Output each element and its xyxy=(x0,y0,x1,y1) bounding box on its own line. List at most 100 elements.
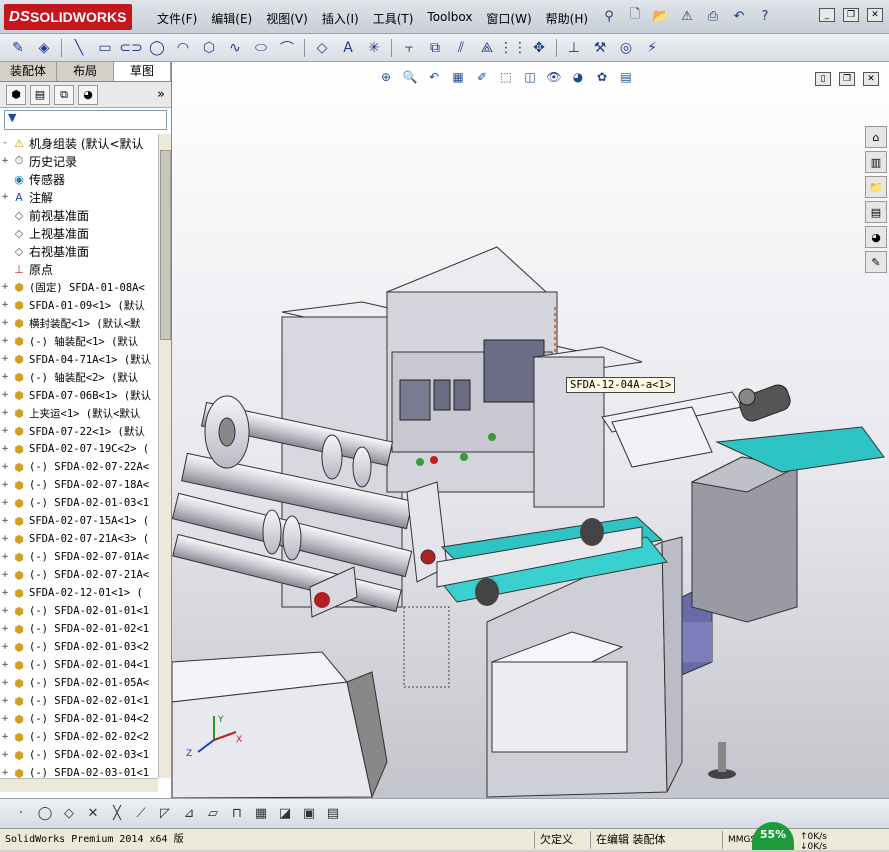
expand-toggle-icon[interactable]: + xyxy=(0,606,10,616)
solidworks-logo[interactable]: DS SOLIDWORKS xyxy=(4,4,132,30)
view-filter-icon[interactable]: ▣ xyxy=(298,803,320,825)
expand-toggle-icon[interactable]: + xyxy=(0,192,10,202)
tree-item[interactable]: + ⬢ SFDA-02-07-15A<1> ( xyxy=(0,512,158,530)
mirror-icon[interactable]: ⟁ xyxy=(475,37,499,59)
convert-entities-icon[interactable]: ⧉ xyxy=(423,37,447,59)
tree-item[interactable]: + ⬢ 横封装配<1> (默认<默 xyxy=(0,314,158,332)
circle-filter-icon[interactable]: ◯ xyxy=(34,803,56,825)
menu-toolbox[interactable]: Toolbox xyxy=(420,8,479,29)
face-filter-icon[interactable]: ⟋ xyxy=(130,803,152,825)
help-icon[interactable]: ? xyxy=(754,6,776,26)
axis-filter-icon[interactable]: ⊿ xyxy=(178,803,200,825)
tree-item[interactable]: + ⬢ (-) SFDA-02-02-03<1 xyxy=(0,746,158,764)
tab-assembly[interactable]: 装配体 xyxy=(0,62,57,81)
appearances-icon[interactable]: ◕ xyxy=(865,226,887,248)
graphics-area[interactable]: ⊕ 🔍 ↶ ▦ ✐ ⬚ ◫ 👁 ◕ ✿ ▤ ▯ ❐ ✕ ⌂ ▥ 📁 ▤ ◕ ✎ … xyxy=(172,62,889,798)
surface-filter-icon[interactable]: ◸ xyxy=(154,803,176,825)
vertex-filter-icon[interactable]: ◇ xyxy=(58,803,80,825)
smart-dimension-icon[interactable]: ✎ xyxy=(6,37,30,59)
expand-toggle-icon[interactable]: + xyxy=(0,354,10,364)
tree-item[interactable]: + ⬢ (-) SFDA-02-01-04<2 xyxy=(0,710,158,728)
feature-manager-icon[interactable]: ⬢ xyxy=(6,84,26,105)
tree-item[interactable]: + ⬢ (-) SFDA-02-01-01<1 xyxy=(0,602,158,620)
expand-toggle-icon[interactable]: - xyxy=(0,138,10,148)
tree-item[interactable]: + ⬢ (-) SFDA-02-01-02<1 xyxy=(0,620,158,638)
polygon-icon[interactable]: ⬡ xyxy=(197,37,221,59)
tree-item[interactable]: + ⬢ 上夹运<1> (默认<默认 xyxy=(0,404,158,422)
expand-toggle-icon[interactable]: + xyxy=(0,552,10,562)
tab-layout[interactable]: 布局 xyxy=(57,62,114,81)
viewport-restore-icon[interactable]: ❐ xyxy=(839,72,855,86)
file-explorer-icon[interactable]: 📁 xyxy=(865,176,887,198)
tree-item[interactable]: ◇ 前视基准面 xyxy=(0,206,158,224)
close-icon[interactable]: ✕ xyxy=(867,8,883,22)
expand-toggle-icon[interactable]: + xyxy=(0,462,10,472)
custom-properties-icon[interactable]: ✎ xyxy=(865,251,887,273)
tree-item[interactable]: ◇ 右视基准面 xyxy=(0,242,158,260)
spline-icon[interactable]: ∿ xyxy=(223,37,247,59)
move-entities-icon[interactable]: ✥ xyxy=(527,37,551,59)
property-manager-icon[interactable]: ▤ xyxy=(30,84,50,105)
rectangle-icon[interactable]: ▭ xyxy=(93,37,117,59)
expand-toggle-icon[interactable]: + xyxy=(0,678,10,688)
tree-item[interactable]: + ⬢ (-) 轴装配<2> (默认 xyxy=(0,368,158,386)
edit-appearance-icon[interactable]: ◕ xyxy=(569,68,587,86)
expand-toggle-icon[interactable]: + xyxy=(0,624,10,634)
tree-item[interactable]: + ⏱ 历史记录 xyxy=(0,152,158,170)
expand-toggle-icon[interactable]: + xyxy=(0,300,10,310)
tree-item[interactable]: + ⬢ (-) SFDA-02-03-01<1 xyxy=(0,764,158,779)
expand-toggle-icon[interactable]: + xyxy=(0,480,10,490)
tree-item[interactable]: + ⬢ SFDA-02-12-01<1> ( xyxy=(0,584,158,602)
tree-item[interactable]: + ⬢ (-) SFDA-02-07-22A< xyxy=(0,458,158,476)
dynamic-annotation-icon[interactable]: ✐ xyxy=(473,68,491,86)
display-style-icon[interactable]: ◫ xyxy=(521,68,539,86)
tree-item[interactable]: + ⬢ (-) SFDA-02-01-04<1 xyxy=(0,656,158,674)
expand-toggle-icon[interactable]: + xyxy=(0,282,10,292)
expand-toggle-icon[interactable]: + xyxy=(0,696,10,706)
tree-item[interactable]: + ⬢ (-) SFDA-02-01-03<1 xyxy=(0,494,158,512)
grid-filter-icon[interactable]: ▦ xyxy=(250,803,272,825)
tree-item[interactable]: + A 注解 xyxy=(0,188,158,206)
design-library-icon[interactable]: ▥ xyxy=(865,151,887,173)
undo-icon[interactable]: ↶ xyxy=(728,6,750,26)
hide-show-items-icon[interactable]: 👁 xyxy=(545,68,563,86)
expand-toggle-icon[interactable]: + xyxy=(0,336,10,346)
previous-view-icon[interactable]: ↶ xyxy=(425,68,443,86)
point-icon[interactable]: ✳ xyxy=(362,37,386,59)
expand-toggle-icon[interactable]: + xyxy=(0,318,10,328)
tree-item[interactable]: + ⬢ (-) SFDA-02-07-18A< xyxy=(0,476,158,494)
quick-snaps-icon[interactable]: ◎ xyxy=(614,37,638,59)
menu-file[interactable]: 文件(F) xyxy=(150,8,204,29)
circle-icon[interactable]: ◯ xyxy=(145,37,169,59)
expand-toggle-icon[interactable]: + xyxy=(0,714,10,724)
expand-toggle-icon[interactable]: + xyxy=(0,444,10,454)
ellipse-icon[interactable]: ⬭ xyxy=(249,37,273,59)
expand-toggle-icon[interactable]: + xyxy=(0,498,10,508)
zoom-to-area-icon[interactable]: 🔍 xyxy=(401,68,419,86)
print-icon[interactable]: ⎙ xyxy=(702,6,724,26)
expand-toggle-icon[interactable]: + xyxy=(0,768,10,778)
plane-icon[interactable]: ◇ xyxy=(310,37,334,59)
tree-horizontal-scrollbar[interactable] xyxy=(0,778,158,792)
tree-item[interactable]: ◉ 传感器 xyxy=(0,170,158,188)
tree-item[interactable]: + ⬢ (-) SFDA-02-02-02<2 xyxy=(0,728,158,746)
sheet-filter-icon[interactable]: ▤ xyxy=(322,803,344,825)
tree-item[interactable]: + ⬢ SFDA-02-07-21A<3> ( xyxy=(0,530,158,548)
expand-toggle-icon[interactable]: + xyxy=(0,426,10,436)
solid-body-filter-icon[interactable]: ◪ xyxy=(274,803,296,825)
intersection-filter-icon[interactable]: ✕ xyxy=(82,803,104,825)
dimension-filter-icon[interactable]: ⊓ xyxy=(226,803,248,825)
view-settings-icon[interactable]: ▤ xyxy=(617,68,635,86)
tree-item[interactable]: + ⬢ (-) SFDA-02-01-05A< xyxy=(0,674,158,692)
expand-toggle-icon[interactable]: + xyxy=(0,732,10,742)
scroll-thumb[interactable] xyxy=(160,150,171,340)
apply-scene-icon[interactable]: ✿ xyxy=(593,68,611,86)
menu-view[interactable]: 视图(V) xyxy=(259,8,315,29)
tree-item[interactable]: + ⬢ (-) SFDA-02-07-01A< xyxy=(0,548,158,566)
restore-icon[interactable]: ❐ xyxy=(843,8,859,22)
rebuild-icon[interactable]: ⚠ xyxy=(676,6,698,26)
tree-item[interactable]: + ⬢ SFDA-07-06B<1> (默认 xyxy=(0,386,158,404)
menu-window[interactable]: 窗口(W) xyxy=(479,8,538,29)
display-manager-icon[interactable]: ◕ xyxy=(78,84,98,105)
tree-item[interactable]: - ⚠ 机身组装 (默认<默认 xyxy=(0,134,158,152)
